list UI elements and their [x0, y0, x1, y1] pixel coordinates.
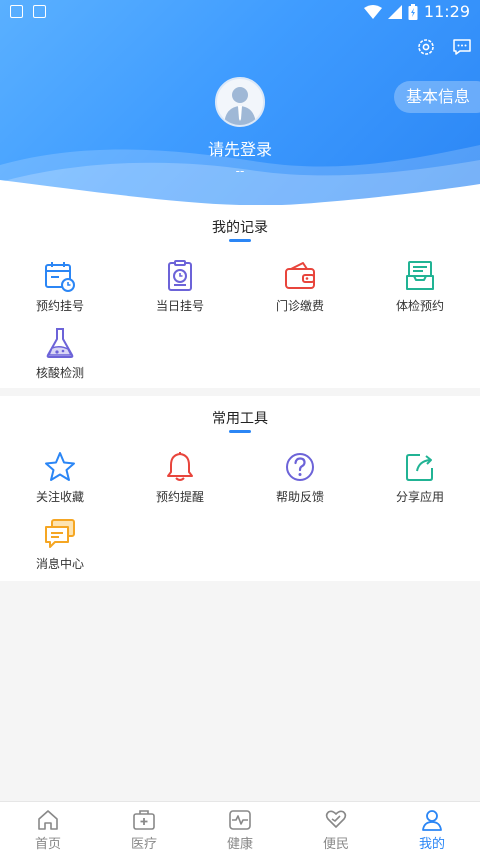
tab-label: 医疗	[130, 837, 157, 852]
heartbeat-icon	[229, 810, 251, 830]
tool-item-messages[interactable]: 消息中心	[0, 517, 120, 577]
record-item-label: 当日挂号	[155, 299, 204, 313]
message-icon	[45, 519, 75, 548]
clock-board-icon	[168, 260, 192, 291]
question-icon	[286, 453, 314, 481]
image-notification-icon	[10, 5, 23, 18]
message-dots-icon[interactable]	[452, 37, 472, 57]
tab-health[interactable]: 健康	[192, 802, 288, 853]
avatar[interactable]	[215, 77, 265, 127]
tab-label: 便民	[322, 837, 349, 852]
calendar-clock-icon	[45, 262, 75, 292]
tab-home[interactable]: 首页	[0, 802, 96, 853]
medical-kit-icon	[133, 810, 155, 830]
basic-info-button[interactable]: 基本信息	[393, 81, 480, 113]
tab-label: 我的	[418, 837, 445, 852]
tool-item-share[interactable]: 分享应用	[360, 450, 480, 510]
profile-header: 11:29 基本信息 请先登录 --	[0, 0, 480, 205]
records-section: 我的记录 预约挂号 当日挂号 门诊缴费 体检预约 核酸检测	[0, 205, 480, 388]
settings-gear-icon[interactable]	[416, 37, 436, 57]
tool-item-favorites[interactable]: 关注收藏	[0, 450, 120, 510]
star-icon	[45, 452, 75, 481]
tab-mine[interactable]: 我的	[384, 802, 480, 853]
record-item-nucleic-test[interactable]: 核酸检测	[0, 326, 120, 386]
user-subtext: --	[235, 164, 245, 178]
tool-item-help[interactable]: 帮助反馈	[240, 450, 360, 510]
status-time: 11:29	[423, 2, 470, 21]
record-item-payment[interactable]: 门诊缴费	[240, 259, 360, 319]
bottom-tab-bar: 首页 医疗 健康 便民 我的	[0, 801, 480, 853]
record-item-label: 预约挂号	[35, 299, 84, 313]
record-item-appointment[interactable]: 预约挂号	[0, 259, 120, 319]
share-icon	[406, 454, 433, 481]
tab-medical[interactable]: 医疗	[96, 802, 192, 853]
default-user-icon	[224, 87, 256, 125]
heart-hand-icon	[325, 810, 347, 828]
record-item-checkup[interactable]: 体检预约	[360, 259, 480, 319]
tray-doc-icon	[406, 261, 434, 290]
wallet-icon	[285, 262, 315, 289]
records-title-underline	[229, 239, 251, 242]
tools-section: 常用工具 关注收藏 预约提醒 帮助反馈 分享应用 消息中心	[0, 396, 480, 581]
tool-item-label: 消息中心	[35, 557, 84, 571]
record-item-label: 体检预约	[395, 299, 444, 313]
record-item-label: 核酸检测	[35, 366, 84, 380]
wifi-icon	[363, 4, 382, 19]
person-icon	[422, 810, 442, 831]
status-bar: 11:29	[0, 0, 480, 24]
flask-icon	[46, 328, 74, 358]
tool-item-reminder[interactable]: 预约提醒	[120, 450, 240, 510]
record-item-label: 门诊缴费	[275, 299, 324, 313]
a-notification-icon	[33, 5, 46, 18]
tool-item-label: 预约提醒	[155, 490, 204, 504]
tool-item-label: 帮助反馈	[275, 490, 324, 504]
login-prompt[interactable]: 请先登录	[0, 136, 480, 160]
tool-item-label: 分享应用	[395, 490, 444, 504]
tools-title: 常用工具	[212, 411, 268, 427]
tool-item-label: 关注收藏	[35, 490, 84, 504]
tab-label: 首页	[34, 837, 61, 852]
home-icon	[38, 810, 58, 830]
record-item-same-day[interactable]: 当日挂号	[120, 259, 240, 319]
tab-convenience[interactable]: 便民	[288, 802, 384, 853]
records-title: 我的记录	[212, 220, 268, 236]
tab-label: 健康	[226, 837, 253, 852]
battery-icon	[408, 3, 418, 20]
tools-title-underline	[229, 430, 251, 433]
signal-icon	[387, 4, 402, 19]
header-wave	[0, 145, 480, 205]
bell-icon	[167, 452, 193, 481]
